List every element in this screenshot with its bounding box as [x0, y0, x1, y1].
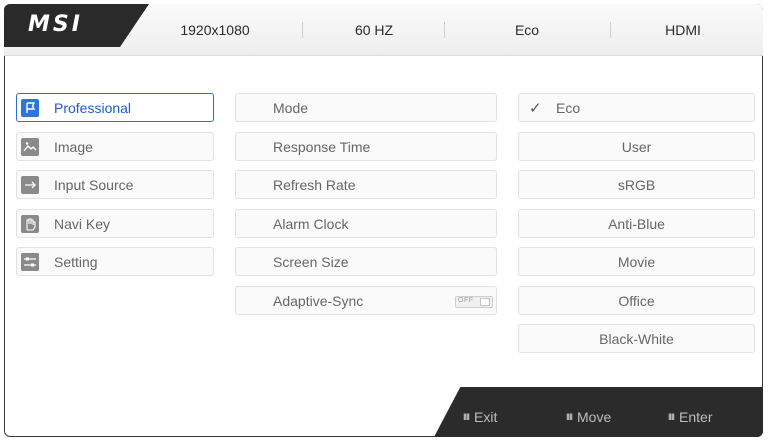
image-icon [21, 138, 39, 156]
menu-item-label: Input Source [54, 177, 134, 193]
menu-item-professional[interactable]: Professional [16, 93, 214, 122]
toggle-knob [480, 298, 490, 306]
submenu-adaptive-sync[interactable]: Adaptive-Sync OFF [235, 286, 497, 315]
hint-enter: IIII Enter [668, 409, 712, 425]
status-resolution: 1920x1080 [180, 22, 250, 38]
mode-option-office[interactable]: Office [518, 286, 755, 315]
mode-option-label: sRGB [617, 177, 656, 193]
hint-exit: IIII Exit [463, 409, 497, 425]
joystick-key-icon: IIII [668, 412, 675, 422]
submenu-mode[interactable]: Mode [235, 93, 497, 122]
status-divider [444, 22, 445, 38]
adaptive-sync-toggle[interactable]: OFF [455, 296, 493, 308]
monitor-osd: MSI 1920x1080 60 HZ Eco HDMI Professiona… [0, 0, 768, 443]
hint-move-label: Move [577, 409, 612, 425]
submenu-alarm-clock[interactable]: Alarm Clock [235, 209, 497, 238]
joystick-key-icon: IIII [566, 412, 573, 422]
arrow-right-icon [21, 176, 39, 194]
sliders-icon [21, 253, 39, 271]
menu-item-label: Setting [54, 254, 98, 270]
joystick-key-icon: IIII [463, 412, 470, 422]
mode-option-movie[interactable]: Movie [518, 247, 755, 276]
submenu-response-time[interactable]: Response Time [235, 132, 497, 161]
hint-move: IIII Move [566, 409, 611, 425]
submenu-screen-size[interactable]: Screen Size [235, 247, 497, 276]
mode-option-label: Eco [556, 100, 581, 116]
check-icon: ✓ [529, 100, 542, 117]
mode-option-label: Movie [617, 254, 656, 270]
menu-item-label: Image [54, 139, 93, 155]
submenu-label: Refresh Rate [273, 177, 356, 193]
mode-option-label: Black-White [599, 331, 674, 347]
submenu-label: Alarm Clock [273, 216, 349, 232]
menu-item-label: Professional [54, 100, 132, 116]
status-input: HDMI [665, 22, 701, 38]
hint-enter-label: Enter [679, 409, 713, 425]
mode-option-label: Anti-Blue [608, 216, 665, 232]
submenu-label: Response Time [273, 139, 371, 155]
submenu-label: Adaptive-Sync [273, 293, 364, 309]
msi-logo: MSI [28, 12, 83, 37]
mode-option-black-white[interactable]: Black-White [518, 324, 755, 353]
submenu-refresh-rate[interactable]: Refresh Rate [235, 170, 497, 199]
mode-option-anti-blue[interactable]: Anti-Blue [518, 209, 755, 238]
toggle-state-label: OFF [458, 297, 474, 304]
mode-option-label: User [621, 139, 652, 155]
menu-item-setting[interactable]: Setting [16, 247, 214, 276]
status-divider [610, 22, 611, 38]
hand-icon [21, 215, 39, 233]
status-divider [302, 22, 303, 38]
hint-exit-label: Exit [474, 409, 498, 425]
mode-option-eco[interactable]: ✓ Eco [518, 93, 755, 122]
submenu-label: Screen Size [273, 254, 349, 270]
flag-icon [21, 99, 39, 117]
menu-item-navi-key[interactable]: Navi Key [16, 209, 214, 238]
menu-item-label: Navi Key [54, 216, 111, 232]
menu-item-image[interactable]: Image [16, 132, 214, 161]
status-mode: Eco [514, 22, 540, 38]
mode-option-user[interactable]: User [518, 132, 755, 161]
mode-option-srgb[interactable]: sRGB [518, 170, 755, 199]
status-refresh-rate: 60 HZ [354, 22, 394, 38]
submenu-label: Mode [273, 100, 309, 116]
menu-item-input-source[interactable]: Input Source [16, 170, 214, 199]
mode-option-label: Office [618, 293, 655, 309]
